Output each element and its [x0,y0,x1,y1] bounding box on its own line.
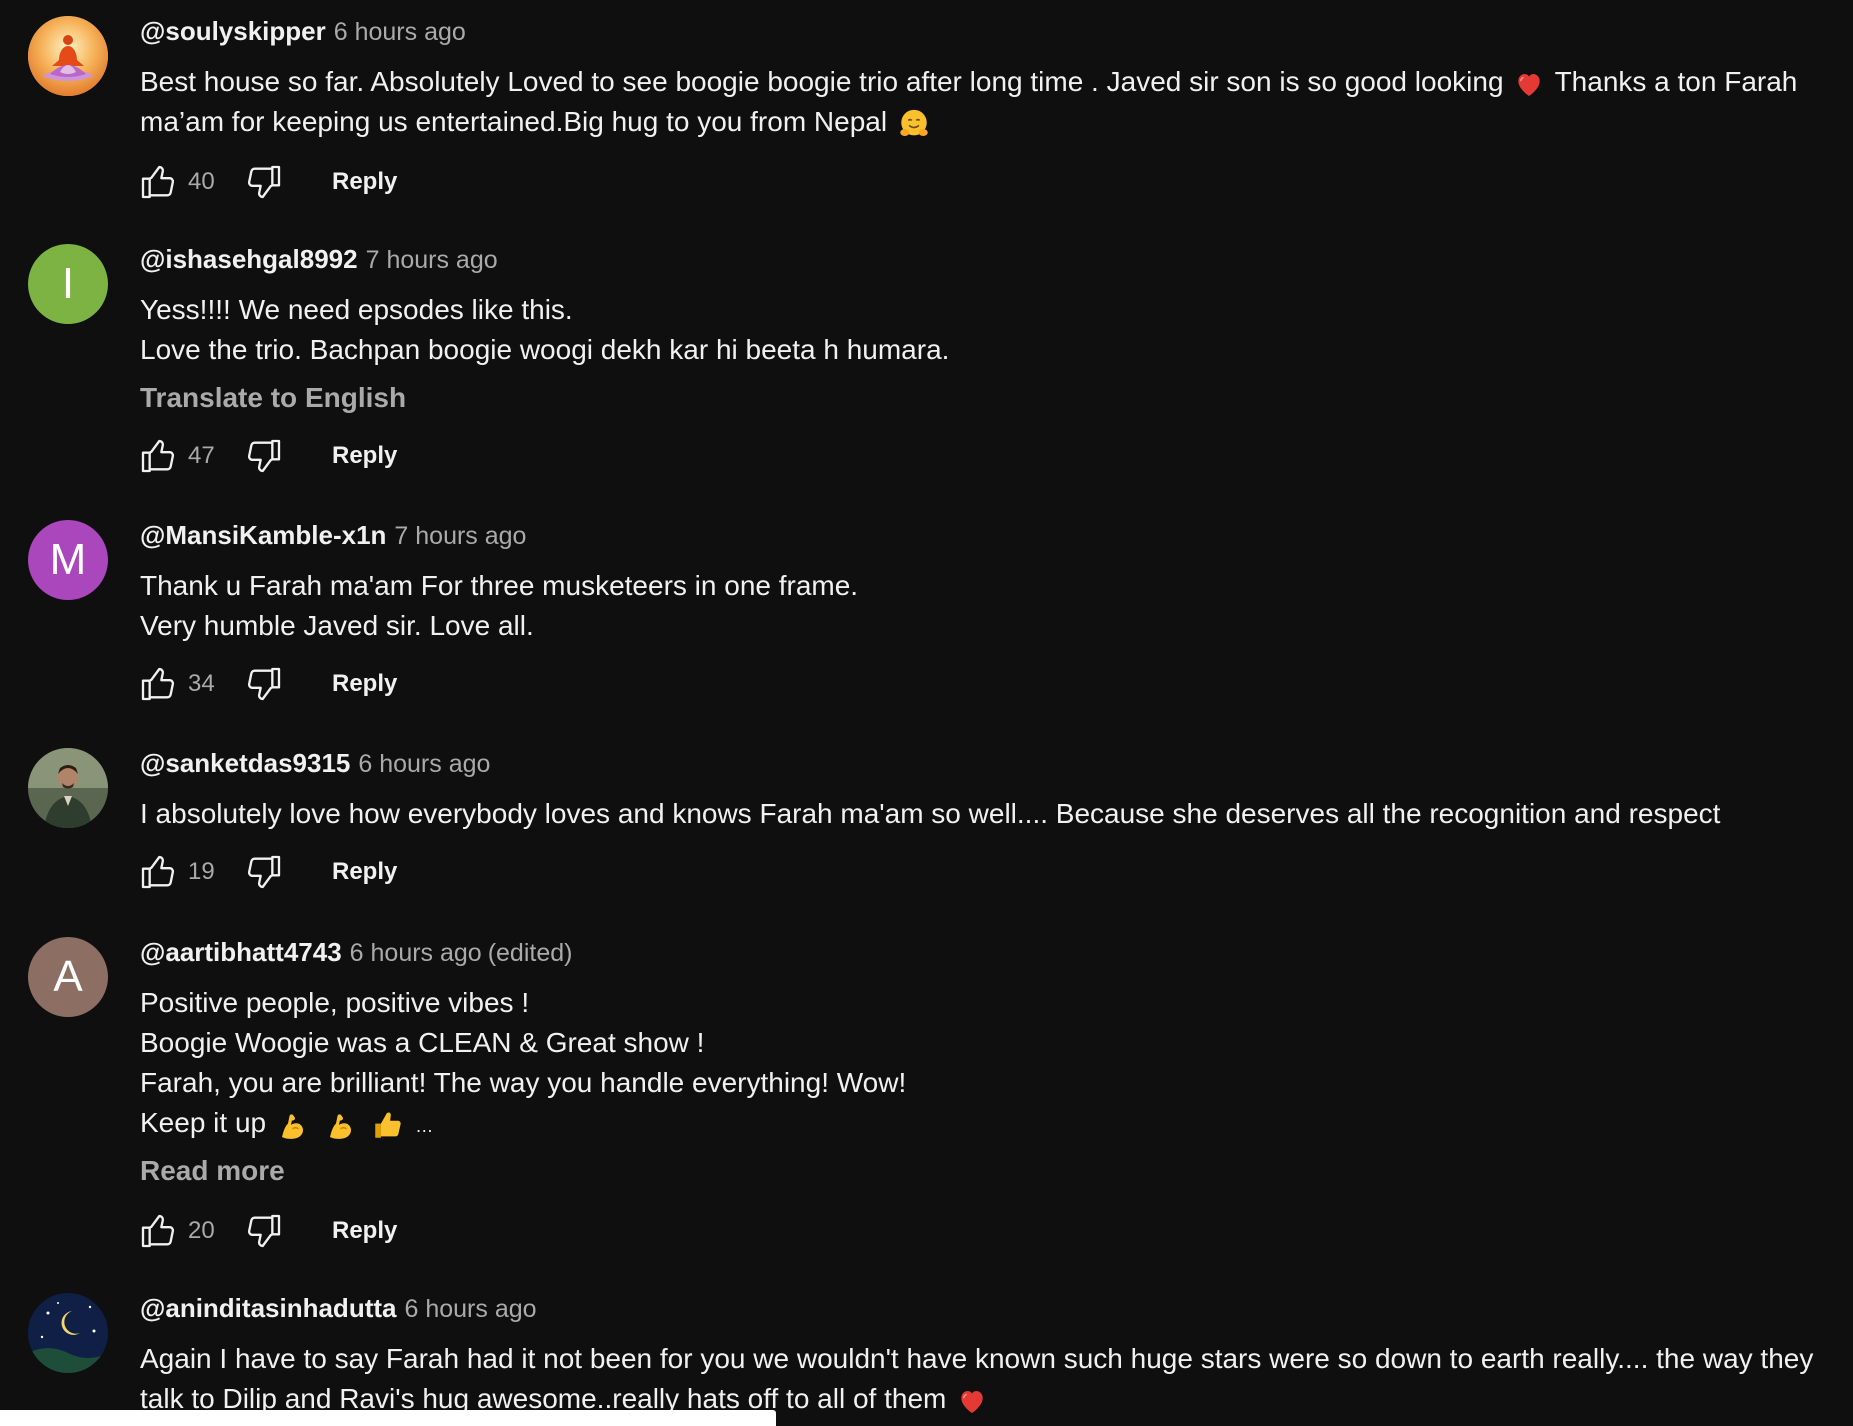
dislike-button[interactable] [242,434,286,478]
thumbs-up-icon [138,162,178,202]
reply-button[interactable]: Reply [332,168,397,196]
comment-header: @aninditasinhadutta 6 hours ago [140,1293,537,1329]
reply-button[interactable]: Reply [332,442,397,470]
flexed-biceps-icon [324,1107,360,1143]
comment-toolbar: 40 Reply [136,160,397,204]
red-heart-icon [956,1385,988,1417]
avatar-letter: A [53,952,83,1001]
like-button[interactable] [136,434,180,478]
comment-text: I absolutely love how everybody loves an… [140,794,1840,834]
person-photo-icon [28,748,108,828]
reply-button[interactable]: Reply [332,1217,397,1245]
thumbs-down-icon [244,852,284,892]
comment-timestamp[interactable]: 6 hours ago [404,1295,536,1324]
comment-author[interactable]: @aninditasinhadutta [140,1293,396,1324]
red-heart-icon [1513,68,1545,100]
comment-header: @aartibhatt4743 6 hours ago (edited) [140,937,572,973]
meditation-lotus-icon [28,16,108,96]
comment-author[interactable]: @ishasehgal8992 [140,244,358,275]
thumbs-up-icon [138,436,178,476]
comment-text-line: Boogie Woogie was a CLEAN & Great show ! [140,1027,705,1058]
comment-toolbar: 20 Reply [136,1209,397,1253]
night-sky-moon-icon [28,1293,108,1373]
like-button[interactable] [136,160,180,204]
thumbs-down-icon [244,162,284,202]
comment-author[interactable]: @sanketdas9315 [140,748,350,779]
comment-text-line: Positive people, positive vibes ! [140,987,530,1018]
dislike-button[interactable] [242,850,286,894]
status-bar-url [0,1410,776,1426]
avatar[interactable]: M [28,520,108,600]
comment-text-line: Very humble Javed sir. Love all. [140,610,534,641]
reply-button[interactable]: Reply [332,858,397,886]
ellipsis: … [415,1116,434,1136]
comment-timestamp[interactable]: 6 hours ago [334,18,466,47]
avatar[interactable]: A [28,937,108,1017]
comment-text-line: Thank u Farah ma'am For three musketeers… [140,570,859,601]
avatar-letter: M [49,535,87,584]
comment-text-line: Thanks a ton Farah [1554,66,1798,97]
avatar[interactable] [28,1293,108,1373]
comment-text-line: Yess!!!! We need epsodes like this. [140,294,573,325]
like-button[interactable] [136,1209,180,1253]
flexed-biceps-icon [276,1107,312,1143]
like-count: 34 [188,670,215,697]
comment-toolbar: 47 Reply [136,434,397,478]
thumbs-up-emoji-icon [371,1108,405,1142]
thumbs-down-icon [244,1211,284,1251]
comment-timestamp[interactable]: 7 hours ago [366,246,498,275]
comment-toolbar: 34 Reply [136,662,397,706]
comment-timestamp[interactable]: 7 hours ago [394,522,526,551]
comment-text: Again I have to say Farah had it not bee… [140,1339,1840,1419]
dislike-button[interactable] [242,160,286,204]
comment-text-line: Keep it up [140,1107,267,1138]
thumbs-up-icon [138,852,178,892]
like-count: 20 [188,1217,215,1244]
comment-text-line: ma’am for keeping us entertained.Big hug… [140,106,888,137]
avatar[interactable] [28,16,108,96]
hugging-face-icon [897,107,931,141]
read-more-button[interactable]: Read more [140,1151,1840,1191]
comment-author[interactable]: @MansiKamble-x1n [140,520,386,551]
comment-text: Positive people, positive vibes ! Boogie… [140,983,1840,1191]
like-count: 19 [188,858,215,885]
thumbs-down-icon [244,664,284,704]
edited-label: (edited) [487,939,573,967]
like-button[interactable] [136,850,180,894]
comment-text: Yess!!!! We need epsodes like this. Love… [140,290,1840,418]
translate-button[interactable]: Translate to English [140,378,1840,418]
comment-toolbar: 19 Reply [136,850,397,894]
comment-header: @MansiKamble-x1n 7 hours ago [140,520,526,556]
comment-author[interactable]: @aartibhatt4743 [140,937,342,968]
comment-text-line: Love the trio. Bachpan boogie woogi dekh… [140,334,950,365]
like-count: 40 [188,168,215,195]
dislike-button[interactable] [242,662,286,706]
reply-button[interactable]: Reply [332,670,397,698]
avatar-letter: I [61,259,75,308]
comment-header: @sanketdas9315 6 hours ago [140,748,490,784]
thumbs-up-icon [138,664,178,704]
comment-text: Thank u Farah ma'am For three musketeers… [140,566,1840,646]
thumbs-up-icon [138,1211,178,1251]
like-count: 47 [188,442,215,469]
comment-text-line: Farah, you are brilliant! The way you ha… [140,1067,907,1098]
comment-author[interactable]: @soulyskipper [140,16,326,47]
avatar[interactable]: I [28,244,108,324]
comment-text-line: I absolutely love how everybody loves an… [140,798,1721,829]
comment-text-line: Best house so far. Absolutely Loved to s… [140,66,1504,97]
comment-header: @ishasehgal8992 7 hours ago [140,244,498,280]
thumbs-down-icon [244,436,284,476]
comment-text-line: Again I have to say Farah had it not bee… [140,1343,1814,1374]
comment-timestamp[interactable]: 6 hours ago [350,939,482,968]
comment-text: Best house so far. Absolutely Loved to s… [140,62,1840,142]
comment-timestamp[interactable]: 6 hours ago [358,750,490,779]
comment-header: @soulyskipper 6 hours ago [140,16,466,52]
avatar[interactable] [28,748,108,828]
like-button[interactable] [136,662,180,706]
dislike-button[interactable] [242,1209,286,1253]
